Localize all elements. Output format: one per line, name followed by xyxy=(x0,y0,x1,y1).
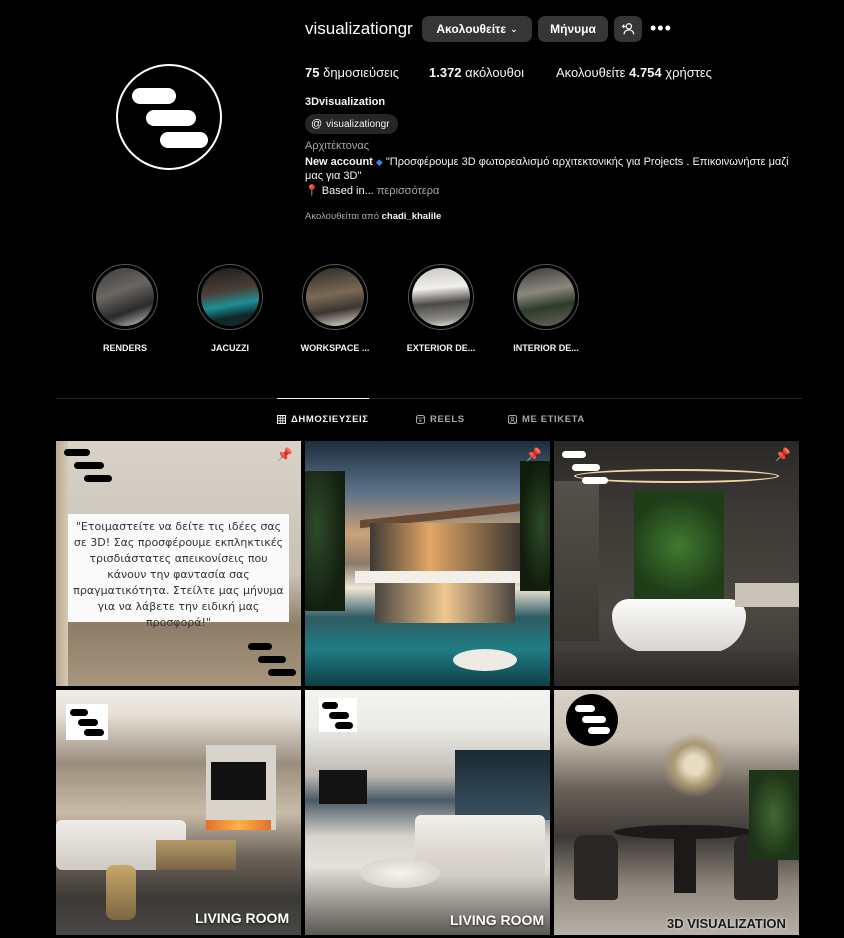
tagged-icon xyxy=(508,415,517,424)
location-pin-icon: 📍 xyxy=(305,185,319,197)
bio-more-link[interactable]: περισσότερα xyxy=(377,185,440,197)
post-tile[interactable]: "Ετοιμαστείτε να δείτε τις ιδέες σας σε … xyxy=(56,441,301,686)
brand-watermark-icon xyxy=(319,698,357,732)
profile-username: visualizationgr xyxy=(305,19,413,38)
highlight-ring xyxy=(92,264,158,330)
highlight-label: RENDERS xyxy=(102,343,147,353)
highlight-workspace[interactable]: WORKSPACE ... xyxy=(285,264,385,353)
tab-label: REELS xyxy=(430,414,465,425)
highlight-thumbnail xyxy=(306,268,364,326)
profile-full-name: 3Dvisualization xyxy=(305,96,386,108)
brand-watermark-icon xyxy=(566,694,618,746)
post-caption: LIVING ROOM xyxy=(450,912,545,928)
highlight-thumbnail xyxy=(96,268,154,326)
following-count: 4.754 xyxy=(629,65,662,80)
tab-tagged[interactable]: ΜΕ ΕΤΙΚΕΤΑ xyxy=(508,414,585,425)
tab-label: ΔΗΜΟΣΙΕΥΣΕΙΣ xyxy=(291,414,369,425)
following-prefix: Ακολουθείτε xyxy=(556,65,626,80)
post-tile[interactable]: 3D VISUALIZATION xyxy=(554,690,799,935)
bio-location-line: 📍 Based in... περισσότερα xyxy=(305,184,439,197)
following-suffix: χρήστες xyxy=(665,65,712,80)
pinned-icon: 📌 xyxy=(276,447,293,462)
highlight-ring xyxy=(408,264,474,330)
highlight-ring xyxy=(197,264,263,330)
suggest-user-button[interactable] xyxy=(614,16,642,42)
brand-watermark-icon xyxy=(62,447,114,487)
posts-label: δημοσιεύσεις xyxy=(323,65,400,80)
highlight-renders[interactable]: RENDERS xyxy=(75,264,175,353)
posts-count: 75 xyxy=(305,65,320,80)
highlight-ring xyxy=(513,264,579,330)
grid-icon xyxy=(277,415,286,424)
posts-stat: 75 δημοσιεύσεις xyxy=(305,65,399,80)
following-button-label: Ακολουθείτε xyxy=(436,22,507,36)
following-stat[interactable]: Ακολουθείτε 4.754 χρήστες xyxy=(556,65,712,80)
highlight-thumbnail xyxy=(201,268,259,326)
brand-watermark-icon xyxy=(560,449,612,491)
bio-bold-text: New account xyxy=(305,156,373,168)
threads-icon: @ xyxy=(311,118,323,130)
post-tile[interactable]: LIVING ROOM xyxy=(305,690,550,935)
highlight-ring xyxy=(302,264,368,330)
highlight-exterior[interactable]: EXTERIOR DE... xyxy=(391,264,491,353)
highlight-label: JACUZZI xyxy=(211,343,249,353)
following-button[interactable]: Ακολουθείτε ⌄ xyxy=(422,16,532,42)
add-person-icon xyxy=(621,23,635,35)
threads-handle: visualizationgr xyxy=(326,118,390,130)
pinned-icon: 📌 xyxy=(774,447,791,462)
post-tile[interactable]: LIVING ROOM xyxy=(56,690,301,935)
highlight-jacuzzi[interactable]: JACUZZI xyxy=(180,264,280,353)
followers-count: 1.372 xyxy=(429,65,462,80)
followed-by-prefix: Ακολουθείται από xyxy=(305,211,379,222)
highlight-thumbnail xyxy=(517,268,575,326)
post-caption: 3D VISUALIZATION xyxy=(667,916,786,931)
followed-by[interactable]: Ακολουθείται από chadi_khalile xyxy=(305,211,441,222)
followed-by-user: chadi_khalile xyxy=(381,211,442,222)
tab-reels[interactable]: REELS xyxy=(416,414,465,425)
profile-category: Αρχιτέκτονας xyxy=(305,140,370,152)
pinned-icon: 📌 xyxy=(525,447,542,462)
promo-text-card: "Ετοιμαστείτε να δείτε τις ιδέες σας σε … xyxy=(68,514,289,629)
post-tile[interactable]: 📌 xyxy=(554,441,799,686)
profile-bio: New account ◆ "Προσφέρουμε 3D φωτορεαλισ… xyxy=(305,155,795,183)
highlight-label: INTERIOR DE... xyxy=(513,343,579,353)
highlight-label: EXTERIOR DE... xyxy=(406,343,476,353)
post-caption: LIVING ROOM xyxy=(195,910,290,926)
followers-label: ακόλουθοι xyxy=(465,65,525,80)
blue-diamond-icon: ◆ xyxy=(375,157,383,167)
message-button[interactable]: Μήνυμα xyxy=(538,16,608,42)
highlight-interior[interactable]: INTERIOR DE... xyxy=(496,264,596,353)
post-tile[interactable]: 📌 xyxy=(305,441,550,686)
profile-avatar[interactable] xyxy=(116,64,222,170)
followers-stat[interactable]: 1.372 ακόλουθοι xyxy=(429,65,524,80)
highlight-thumbnail xyxy=(412,268,470,326)
tabs-divider xyxy=(56,398,802,399)
more-options-icon[interactable]: ••• xyxy=(650,18,672,39)
tab-posts[interactable]: ΔΗΜΟΣΙΕΥΣΕΙΣ xyxy=(277,414,369,425)
active-tab-indicator xyxy=(277,398,369,399)
tab-label: ΜΕ ΕΤΙΚΕΤΑ xyxy=(522,414,585,425)
reels-icon xyxy=(416,415,425,424)
brand-logo-icon xyxy=(118,66,220,168)
chevron-down-icon: ⌄ xyxy=(510,23,518,34)
brand-watermark-icon xyxy=(248,641,298,683)
brand-watermark-icon xyxy=(66,704,108,740)
highlight-label: WORKSPACE ... xyxy=(300,343,370,353)
bio-location: Based in... xyxy=(321,185,374,197)
threads-badge[interactable]: @ visualizationgr xyxy=(305,114,398,134)
